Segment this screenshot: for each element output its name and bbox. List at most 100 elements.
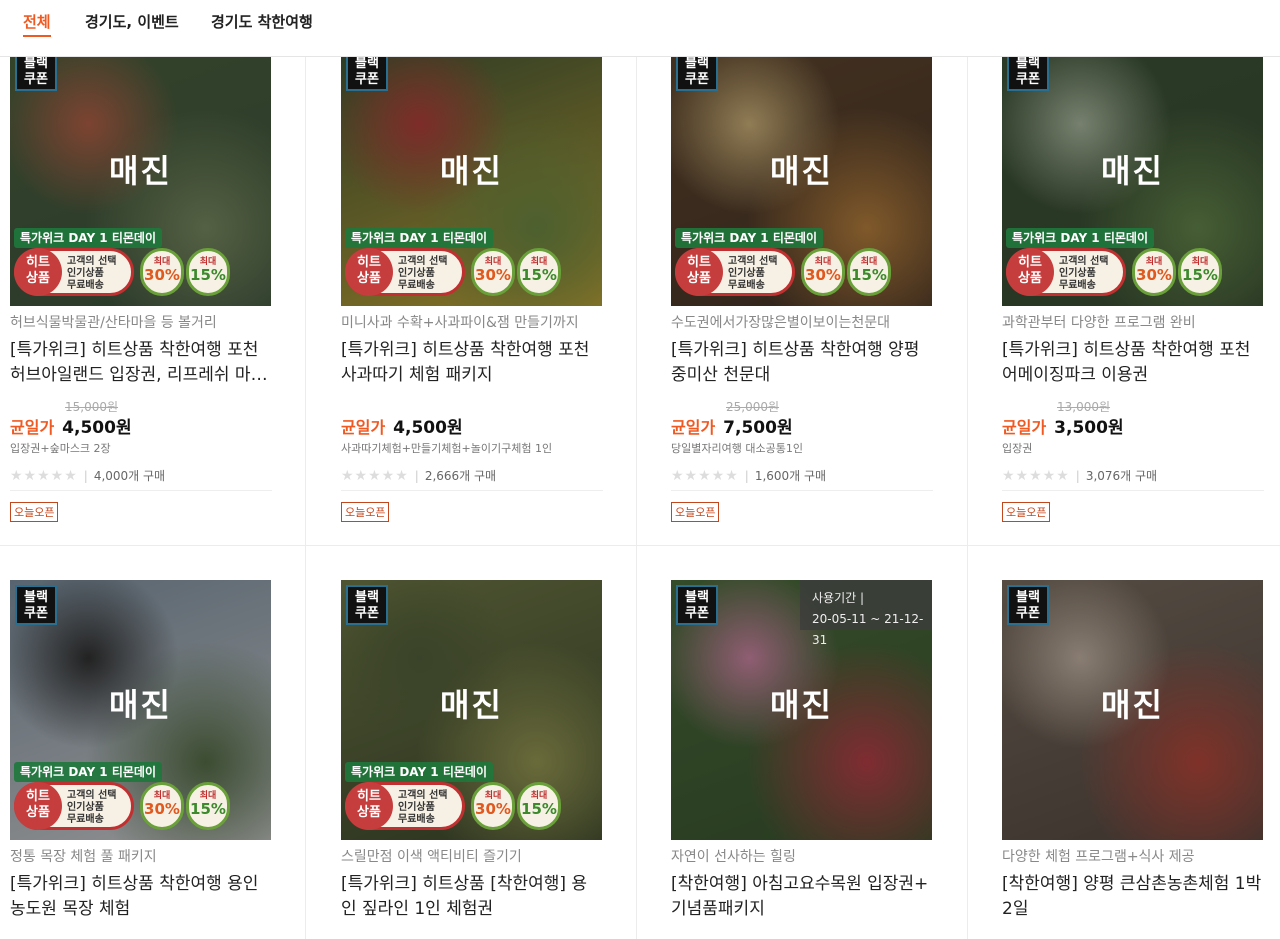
promo-day-label: 특가위크 DAY 1 티몬데이 (675, 228, 823, 248)
hit-product-pill: 히트 상품 고객의 선택 인기상품 무료배송 (14, 782, 134, 830)
product-subtitle: 정통 목장 체험 풀 패키지 (10, 849, 157, 865)
product-title[interactable]: [특가위크] 히트상품 [착한여행] 용인 짚라인 1인 체험권 (341, 872, 603, 922)
black-coupon-badge: 블랙 쿠폰 (346, 51, 388, 91)
product-thumbnail[interactable]: 블랙 쿠폰 특가위크 DAY 1 티몬데이 히트 상품 고객의 선택 인기상품 무료배송 최대 3… (10, 46, 271, 306)
promo-day-label: 특가위크 DAY 1 티몬데이 (14, 228, 162, 248)
hit-text-line: 인기상품 (1059, 268, 1096, 279)
discount-value: 15% (190, 800, 226, 818)
price-label: 균일가 (1002, 418, 1047, 437)
max-discount-badge: 최대 15% (186, 782, 230, 830)
price-label: 균일가 (10, 418, 55, 437)
product-title-line[interactable]: 2일 (1002, 897, 1264, 922)
product-title[interactable]: [특가위크] 히트상품 착한여행 양평 중미산 천문대 (671, 338, 933, 388)
black-coupon-line1: 블랙 (355, 56, 379, 71)
black-coupon-badge: 블랙 쿠폰 (676, 585, 718, 625)
promo-day-label: 특가위크 DAY 1 티몬데이 (345, 228, 493, 248)
promo-banner: 특가위크 DAY 1 티몬데이 히트 상품 고객의 선택 인기상품 무료배송 최대 30% 최대… (1002, 228, 1263, 306)
separator: | (83, 469, 88, 483)
product-title-line[interactable]: 농도원 목장 체험 (10, 897, 272, 922)
hit-circle-line2: 상품 (357, 271, 381, 286)
hit-text-line: 무료배송 (1059, 280, 1096, 291)
tab-gyeonggi-event[interactable]: 경기도, 이벤트 (85, 11, 179, 32)
hit-circle-line2: 상품 (357, 805, 381, 820)
product-title[interactable]: [특가위크] 히트상품 착한여행 포천 어메이징파크 이용권 (1002, 338, 1264, 388)
product-title-line[interactable]: 중미산 천문대 (671, 363, 933, 388)
product-title-line[interactable]: [착한여행] 양평 큰삼촌농촌체험 1박 (1002, 872, 1264, 897)
discount-value: 30% (1136, 266, 1172, 284)
product-card[interactable]: 블랙 쿠폰 특가위크 DAY 1 티몬데이 히트 상품 고객의 선택 인기상품 무료배송 최대 3… (341, 580, 603, 919)
product-thumbnail[interactable]: 블랙 쿠폰 특가위크 DAY 1 티몬데이 히트 상품 고객의 선택 인기상품 무료배송 최대 3… (1002, 46, 1263, 306)
promo-banner: 특가위크 DAY 1 티몬데이 히트 상품 고객의 선택 인기상품 무료배송 최대 30% 최대… (671, 228, 932, 306)
hit-product-pill: 히트 상품 고객의 선택 인기상품 무료배송 (675, 248, 795, 296)
price-row: 균일가 3,500원 (1002, 413, 1124, 438)
black-coupon-line2: 쿠폰 (1016, 606, 1040, 621)
product-title-line[interactable]: [착한여행] 아침고요수목원 입장권+ (671, 872, 933, 897)
hit-circle-line2: 상품 (687, 271, 711, 286)
product-title-line[interactable]: [특가위크] 히트상품 착한여행 포천 (10, 338, 272, 363)
hit-product-pill: 히트 상품 고객의 선택 인기상품 무료배송 (14, 248, 134, 296)
price-row: 균일가 7,500원 (671, 413, 793, 438)
product-title-line[interactable]: 허브아일랜드 입장권, 리프레쉬 마… (10, 363, 272, 388)
hit-circle-line1: 히트 (357, 789, 381, 804)
product-thumbnail[interactable]: 블랙 쿠폰매진 (1002, 580, 1263, 840)
hit-product-text: 고객의 선택 인기상품 무료배송 (728, 256, 777, 292)
rating-row: ★★★★★ | 3,076개 구매 (1002, 465, 1264, 491)
product-title[interactable]: [특가위크] 히트상품 착한여행 포천 허브아일랜드 입장권, 리프레쉬 마… (10, 338, 272, 388)
product-title-line[interactable]: [특가위크] 히트상품 착한여행 포천 (341, 338, 603, 363)
today-open-badge: 오늘오픈 (671, 502, 720, 522)
discount-value: 15% (521, 266, 557, 284)
product-thumbnail[interactable]: 블랙 쿠폰 특가위크 DAY 1 티몬데이 히트 상품 고객의 선택 인기상품 무료배송 최대 3… (341, 46, 602, 306)
max-discount-badge: 최대 15% (186, 248, 230, 296)
hit-text-line: 인기상품 (67, 268, 104, 279)
product-card[interactable]: 블랙 쿠폰 특가위크 DAY 1 티몬데이 히트 상품 고객의 선택 인기상품 무료배송 최대 3… (1002, 46, 1264, 522)
tab-all[interactable]: 전체 (23, 11, 51, 37)
promo-banner: 특가위크 DAY 1 티몬데이 히트 상품 고객의 선택 인기상품 무료배송 최대 30% 최대… (341, 228, 602, 306)
product-title-line[interactable]: 기념품패키지 (671, 897, 933, 922)
product-card[interactable]: 블랙 쿠폰 특가위크 DAY 1 티몬데이 히트 상품 고객의 선택 인기상품 무료배송 최대 3… (10, 46, 272, 522)
product-card[interactable]: 블랙 쿠폰 특가위크 DAY 1 티몬데이 히트 상품 고객의 선택 인기상품 무료배송 최대 3… (341, 46, 603, 522)
hit-text-line: 인기상품 (67, 802, 104, 813)
black-coupon-line1: 블랙 (685, 590, 709, 605)
separator: | (414, 469, 419, 483)
hit-circle-line2: 상품 (26, 805, 50, 820)
soldout-label: 매진 (1101, 686, 1164, 724)
product-title-line[interactable]: [특가위크] 히트상품 착한여행 양평 (671, 338, 933, 363)
product-thumbnail[interactable]: 블랙 쿠폰 특가위크 DAY 1 티몬데이 히트 상품 고객의 선택 인기상품 무료배송 최대 3… (10, 580, 271, 840)
product-title-line[interactable]: 사과따기 체험 패키지 (341, 363, 603, 388)
black-coupon-line2: 쿠폰 (24, 72, 48, 87)
product-title[interactable]: [착한여행] 아침고요수목원 입장권+ 기념품패키지 (671, 872, 933, 922)
soldout-label: 매진 (109, 152, 172, 190)
product-card[interactable]: 블랙 쿠폰 특가위크 DAY 1 티몬데이 히트 상품 고객의 선택 인기상품 무료배송 최대 3… (671, 46, 933, 522)
price-label: 균일가 (671, 418, 716, 437)
product-card[interactable]: 블랙 쿠폰매진다양한 체험 프로그램+식사 제공 [착한여행] 양평 큰삼촌농촌체험… (1002, 580, 1264, 919)
discount-value: 15% (521, 800, 557, 818)
black-coupon-badge: 블랙 쿠폰 (676, 51, 718, 91)
hit-text-line: 고객의 선택 (398, 790, 448, 801)
product-title[interactable]: [특가위크] 히트상품 착한여행 포천 사과따기 체험 패키지 (341, 338, 603, 388)
product-subtitle: 다양한 체험 프로그램+식사 제공 (1002, 849, 1195, 865)
product-thumbnail[interactable]: 블랙 쿠폰 특가위크 DAY 1 티몬데이 히트 상품 고객의 선택 인기상품 무료배송 최대 3… (671, 46, 932, 306)
hit-circle-line1: 히트 (1018, 255, 1042, 270)
product-title-line[interactable]: 인 짚라인 1인 체험권 (341, 897, 603, 922)
discount-value: 30% (805, 266, 841, 284)
product-title[interactable]: [특가위크] 히트상품 착한여행 용인 농도원 목장 체험 (10, 872, 272, 922)
product-card[interactable]: 블랙 쿠폰 특가위크 DAY 1 티몬데이 히트 상품 고객의 선택 인기상품 무료배송 최대 3… (10, 580, 272, 919)
product-title-line[interactable]: 어메이징파크 이용권 (1002, 363, 1264, 388)
hit-text-line: 고객의 선택 (728, 256, 778, 267)
product-thumbnail[interactable]: 블랙 쿠폰 사용기간 | 20-05-11 ~ 21-12-31 매진 (671, 580, 932, 840)
rating-row: ★★★★★ | 1,600개 구매 (671, 465, 933, 491)
black-coupon-badge: 블랙 쿠폰 (15, 51, 57, 91)
black-coupon-badge: 블랙 쿠폰 (1007, 585, 1049, 625)
product-title-line[interactable]: [특가위크] 히트상품 착한여행 용인 (10, 872, 272, 897)
product-card[interactable]: 블랙 쿠폰 사용기간 | 20-05-11 ~ 21-12-31 매진 자연이 선사하는 … (671, 580, 933, 919)
product-title-line[interactable]: [특가위크] 히트상품 착한여행 포천 (1002, 338, 1264, 363)
grid-divider (636, 56, 637, 939)
black-coupon-line2: 쿠폰 (24, 606, 48, 621)
tab-gyeonggi-good-travel[interactable]: 경기도 착한여행 (211, 11, 313, 32)
product-thumbnail[interactable]: 블랙 쿠폰 특가위크 DAY 1 티몬데이 히트 상품 고객의 선택 인기상품 무료배송 최대 3… (341, 580, 602, 840)
product-title[interactable]: [착한여행] 양평 큰삼촌농촌체험 1박 2일 (1002, 872, 1264, 922)
hit-product-circle: 히트 상품 (345, 782, 393, 830)
product-title-line[interactable]: [특가위크] 히트상품 [착한여행] 용 (341, 872, 603, 897)
black-coupon-line1: 블랙 (355, 590, 379, 605)
hit-product-text: 고객의 선택 인기상품 무료배송 (398, 256, 447, 292)
